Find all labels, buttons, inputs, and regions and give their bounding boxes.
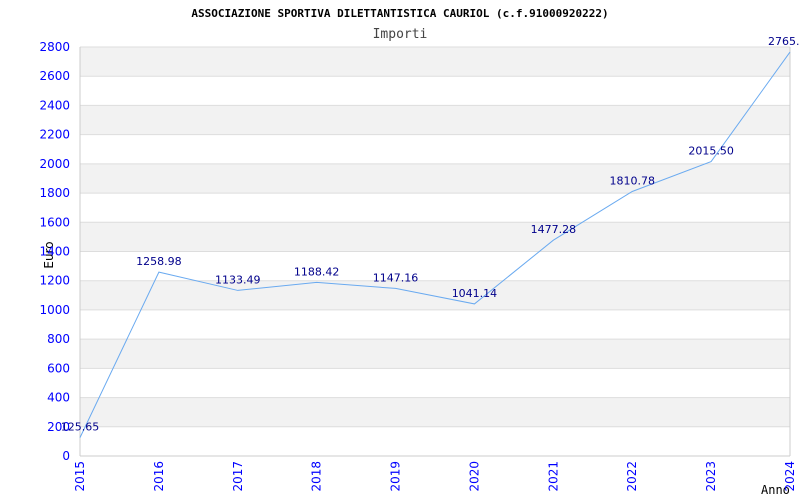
- y-tick-label: 1800: [39, 186, 70, 200]
- data-label: 2015.50: [688, 145, 734, 158]
- grid-band: [80, 163, 790, 194]
- grid-band: [80, 426, 790, 456]
- grid-band: [80, 105, 790, 135]
- grid-band: [80, 251, 790, 281]
- x-tick-label: 2023: [704, 461, 718, 492]
- data-label: 1041.14: [452, 287, 498, 300]
- data-label: 1258.98: [136, 255, 182, 268]
- data-label: 1477.28: [531, 223, 577, 236]
- chart-subtitle: Importi: [373, 27, 428, 42]
- grid-band: [80, 280, 790, 310]
- data-label: 125.65: [61, 421, 100, 434]
- y-tick-label: 1600: [39, 215, 70, 229]
- y-tick-label: 1400: [39, 245, 70, 259]
- x-tick-label: 2020: [467, 461, 481, 492]
- y-tick-label: 400: [47, 391, 70, 405]
- grid-band: [80, 134, 790, 164]
- y-tick-label: 1200: [39, 274, 70, 288]
- x-tick-label: 2017: [231, 461, 245, 492]
- data-label: 1133.49: [215, 273, 261, 286]
- x-tick-label: 2016: [152, 461, 166, 492]
- chart-title: ASSOCIAZIONE SPORTIVA DILETTANTISTICA CA…: [191, 7, 608, 20]
- grid-band: [80, 397, 790, 427]
- x-tick-label: 2015: [73, 461, 87, 492]
- x-tick-label: 2021: [546, 461, 560, 492]
- y-tick-label: 0: [62, 449, 70, 463]
- grid-band: [80, 309, 790, 340]
- y-tick-label: 2400: [39, 98, 70, 112]
- data-label: 1188.42: [294, 265, 340, 278]
- grid-band: [80, 222, 790, 252]
- grid-band: [80, 47, 790, 77]
- grid-band: [80, 368, 790, 398]
- x-tick-label: 2018: [310, 461, 324, 492]
- x-tick-label: 2022: [625, 461, 639, 492]
- line-chart: ASSOCIAZIONE SPORTIVA DILETTANTISTICA CA…: [39, 7, 800, 497]
- y-tick-label: 2800: [39, 40, 70, 54]
- grid-band: [80, 76, 790, 106]
- data-label: 2765.4: [768, 35, 800, 48]
- y-tick-label: 2200: [39, 128, 70, 142]
- data-label: 1810.78: [609, 174, 655, 187]
- grid-band: [80, 193, 790, 223]
- y-tick-label: 800: [47, 332, 70, 346]
- y-tick-label: 2000: [39, 157, 70, 171]
- y-tick-label: 2600: [39, 69, 70, 83]
- data-label: 1147.16: [373, 271, 419, 284]
- x-tick-label: 2019: [389, 461, 403, 492]
- x-tick-label: 2024: [783, 461, 797, 492]
- y-tick-label: 600: [47, 361, 70, 375]
- grid-band: [80, 339, 790, 369]
- y-tick-label: 1000: [39, 303, 70, 317]
